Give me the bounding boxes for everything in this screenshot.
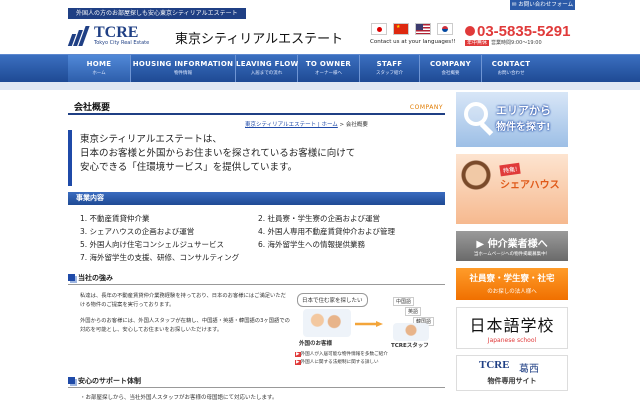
staff-illustration: [393, 323, 429, 341]
business-hours: 年中無休 営業時間9:00〜19:00: [465, 40, 542, 46]
person-photo: [456, 154, 496, 224]
intro-block: 東京シティリアルエステートは、 日本のお客様と外国からお住まいを探されているお客…: [68, 130, 445, 186]
nav-housing-information[interactable]: HOUSING INFORMATION 物件情報: [131, 55, 236, 83]
list-item: 5. 外国人向け住宅コンシェルジュサービス: [80, 240, 225, 249]
intro-line: 日本のお客様と外国からお住まいを探されているお客様に向けて: [80, 148, 356, 159]
tagline: 外国人の方のお部屋探しも安心東京シティリアルエステート: [68, 8, 246, 19]
languages-text: Contact us at your languages!!: [370, 39, 456, 45]
note-2: ▶外国人に関する法規制に関する詳しい: [295, 360, 379, 365]
list-item: 7. 海外留学生の支援、研修、コンサルティング: [80, 253, 240, 262]
korea-flag-icon[interactable]: [437, 23, 453, 35]
breadcrumb-home-link[interactable]: 東京シティリアルエステート | ホーム: [245, 122, 338, 128]
dorm-banner[interactable]: 社員寮・学生寮・社宅 のお探しの法人様へ: [456, 268, 568, 300]
square-bullet-icon: [68, 274, 75, 281]
customers-illustration: [303, 309, 351, 337]
nav-to-owner[interactable]: TO OWNER オーナー様へ: [298, 55, 360, 83]
intro-line: 安心できる「住環境サービス」を提供しています。: [80, 162, 298, 173]
strengths-heading: 当社の強み: [68, 273, 445, 285]
note-1: ▶外国人が入居可能な物件情報を多数ご紹介: [295, 352, 388, 357]
usa-flag-icon[interactable]: [415, 23, 431, 35]
nav-home[interactable]: HOME ホーム: [68, 55, 131, 83]
page-title-en: COMPANY: [409, 104, 443, 111]
agent-banner[interactable]: ▶ 仲介業者様へ 当ホームページへの物件掲載募集中！: [456, 231, 568, 261]
strengths-text: 私達は、長年の不動産賃貸仲介業務経験を持っており、日本のお客様にはご満足いただけ…: [80, 293, 290, 333]
main-nav: HOME ホーム HOUSING INFORMATION 物件情報 LEAVING …: [0, 54, 640, 83]
list-item: 6. 海外留学生への情報提供業務: [258, 240, 366, 249]
japanese-school-banner[interactable]: 日本語学校 Japanese school: [456, 307, 568, 349]
staff-label: TCREスタッフ: [391, 343, 429, 349]
logo-japanese-name: 東京シティリアルエステート: [175, 32, 344, 47]
arrow-icon: [355, 321, 383, 327]
magnifier-handle: [479, 122, 494, 136]
list-item: 3. シェアハウスの企画および運営: [80, 227, 195, 236]
list-item: 1. 不動産賃貸仲介業: [80, 214, 150, 223]
hours-badge: 年中無休: [465, 40, 490, 46]
speech-bubble: 日本で住む家を探したい: [297, 293, 368, 307]
language-flags: ★: [371, 23, 455, 37]
business-heading: 事業内容: [68, 192, 445, 205]
phone-block: 03-5835-5291: [465, 23, 570, 40]
china-flag-icon[interactable]: ★: [393, 23, 409, 35]
lang-chinese: 中国語: [393, 297, 415, 306]
support-heading: 安心のサポート体制: [68, 376, 445, 388]
kasai-site-banner[interactable]: TCRE 葛西 物件専用サイト: [456, 355, 568, 391]
nav-staff[interactable]: STAFF スタッフ紹介: [360, 55, 420, 83]
sharehouse-banner[interactable]: 特集! シェアハウス: [456, 154, 568, 224]
breadcrumb: 東京シティリアルエステート | ホーム > 会社概要: [245, 122, 368, 128]
strengths-diagram: 日本で住む家を探したい 外国のお客様 中国語 英語 韓国語 TCREスタッフ ▶…: [295, 293, 445, 373]
nav-contact[interactable]: CONTACT お問い合わせ: [482, 55, 540, 83]
list-item: 2. 社員寮・学生寮の企画および運営: [258, 214, 381, 223]
breadcrumb-current: 会社概要: [345, 122, 368, 128]
nav-shadow-band: [0, 82, 640, 90]
japan-flag-icon[interactable]: [371, 23, 387, 35]
area-search-banner[interactable]: エリアから 物件を探す!: [456, 92, 568, 147]
nav-company[interactable]: COMPANY 会社概要: [420, 55, 482, 83]
list-item: 4. 外国人専用不動産賃貸仲介および管理: [258, 227, 396, 236]
nav-leaving-flow[interactable]: LEAVING FLOW 入居までの流れ: [236, 55, 298, 83]
square-bullet-icon: [68, 377, 75, 384]
phone-number[interactable]: 03-5835-5291: [477, 23, 570, 40]
logo-en: Tokyo City Real Estate: [94, 40, 150, 46]
lang-english: 英語: [405, 307, 422, 316]
phone-icon: [465, 26, 475, 36]
logo-stripes-icon: [67, 26, 92, 46]
customer-label: 外国のお客様: [299, 341, 333, 347]
page-header: 会社概要 COMPANY: [68, 97, 445, 115]
intro-line: 東京シティリアルエステートは、: [80, 134, 222, 145]
page-title: 会社概要: [74, 103, 111, 113]
contact-form-button[interactable]: ✉ お問い合わせフォーム: [510, 0, 575, 10]
